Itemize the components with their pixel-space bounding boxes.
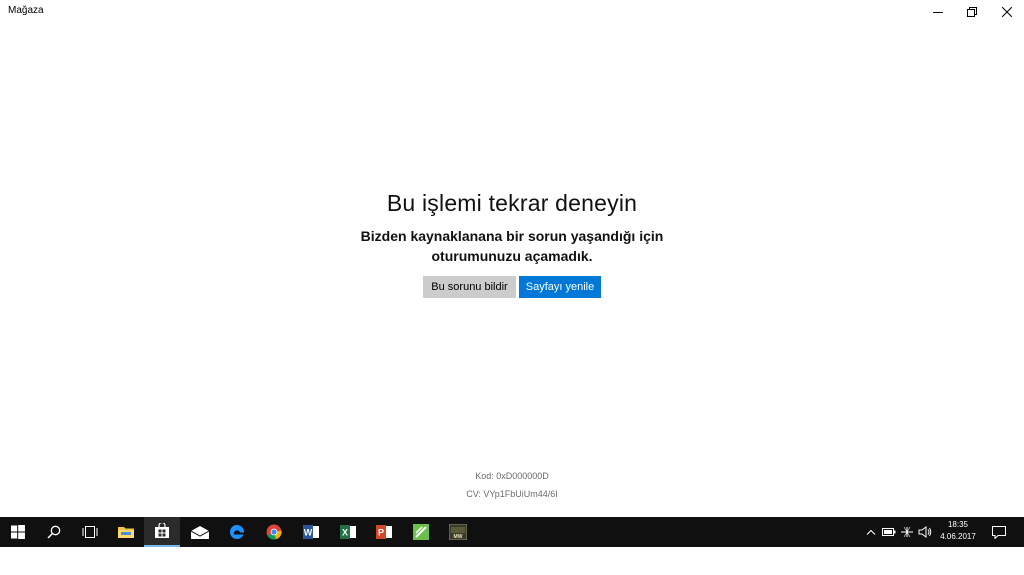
action-center-button[interactable]	[992, 525, 1006, 539]
battery-icon	[882, 528, 896, 536]
action-center-icon	[992, 525, 1006, 539]
edge-browser[interactable]	[219, 517, 255, 547]
folder-icon	[118, 527, 134, 538]
bottom-margin	[0, 547, 1024, 575]
file-explorer[interactable]	[108, 517, 144, 547]
chrome-browser[interactable]	[256, 517, 292, 547]
report-problem-button[interactable]: Bu sorunu bildir	[423, 276, 516, 298]
svg-text:X: X	[342, 528, 348, 538]
word-app[interactable]: W	[293, 517, 329, 547]
close-icon	[1002, 7, 1012, 17]
game-icon: MW	[449, 524, 467, 540]
taskbar: W X P MW 18:35 4.06.2017	[0, 517, 1024, 547]
excel-app[interactable]: X	[330, 517, 366, 547]
clock-time: 18:35	[947, 520, 969, 529]
feedly-app[interactable]	[403, 517, 439, 547]
correlation-vector: CV: VYp1FbUiUm44/6I	[466, 489, 558, 499]
store-app[interactable]	[144, 517, 180, 547]
search-icon	[47, 525, 61, 539]
network-icon	[901, 526, 913, 538]
error-code: Kod: 0xD000000D	[475, 471, 549, 481]
mail-app[interactable]	[182, 517, 218, 547]
minecraft-app[interactable]: MW	[440, 517, 476, 547]
restore-button[interactable]	[955, 0, 989, 24]
powerpoint-icon: P	[376, 525, 392, 539]
error-message-line-1: Bizden kaynaklanana bir sorun yaşandığı …	[360, 228, 664, 244]
store-bag-icon	[155, 523, 169, 538]
windows-logo-icon	[11, 525, 25, 539]
task-view-button[interactable]	[72, 517, 108, 547]
powerpoint-app[interactable]: P	[366, 517, 402, 547]
restore-icon	[967, 7, 977, 17]
clock[interactable]: 18:35 4.06.2017	[930, 519, 986, 543]
green-app-icon	[413, 524, 429, 540]
minimize-button[interactable]	[921, 0, 955, 24]
battery-button[interactable]	[882, 525, 896, 539]
svg-text:P: P	[378, 528, 384, 538]
close-button[interactable]	[990, 0, 1024, 24]
refresh-page-button[interactable]: Sayfayı yenile	[519, 276, 601, 298]
edge-icon	[229, 524, 245, 539]
network-button[interactable]	[900, 525, 914, 539]
chrome-icon	[266, 524, 282, 540]
title-bar: Mağaza	[0, 0, 1024, 24]
clock-date: 4.06.2017	[940, 532, 976, 541]
mail-icon	[191, 525, 209, 539]
start-button[interactable]	[0, 517, 36, 547]
excel-icon: X	[340, 525, 356, 539]
minimize-icon	[933, 12, 943, 13]
search-button[interactable]	[36, 517, 72, 547]
chevron-up-icon	[866, 529, 876, 535]
error-message: Bizden kaynaklanana bir sorun yaşandığı …	[0, 226, 1024, 266]
store-content: Bu işlemi tekrar deneyin Bizden kaynakla…	[0, 24, 1024, 517]
svg-text:W: W	[304, 528, 313, 538]
app-title: Mağaza	[8, 5, 44, 16]
task-view-icon	[82, 526, 98, 538]
error-message-line-2: oturumunuzu açamadık.	[431, 248, 593, 264]
show-hidden-icons-button[interactable]	[864, 525, 878, 539]
svg-text:MW: MW	[454, 534, 463, 540]
word-icon: W	[303, 525, 319, 539]
error-title: Bu işlemi tekrar deneyin	[386, 190, 638, 216]
